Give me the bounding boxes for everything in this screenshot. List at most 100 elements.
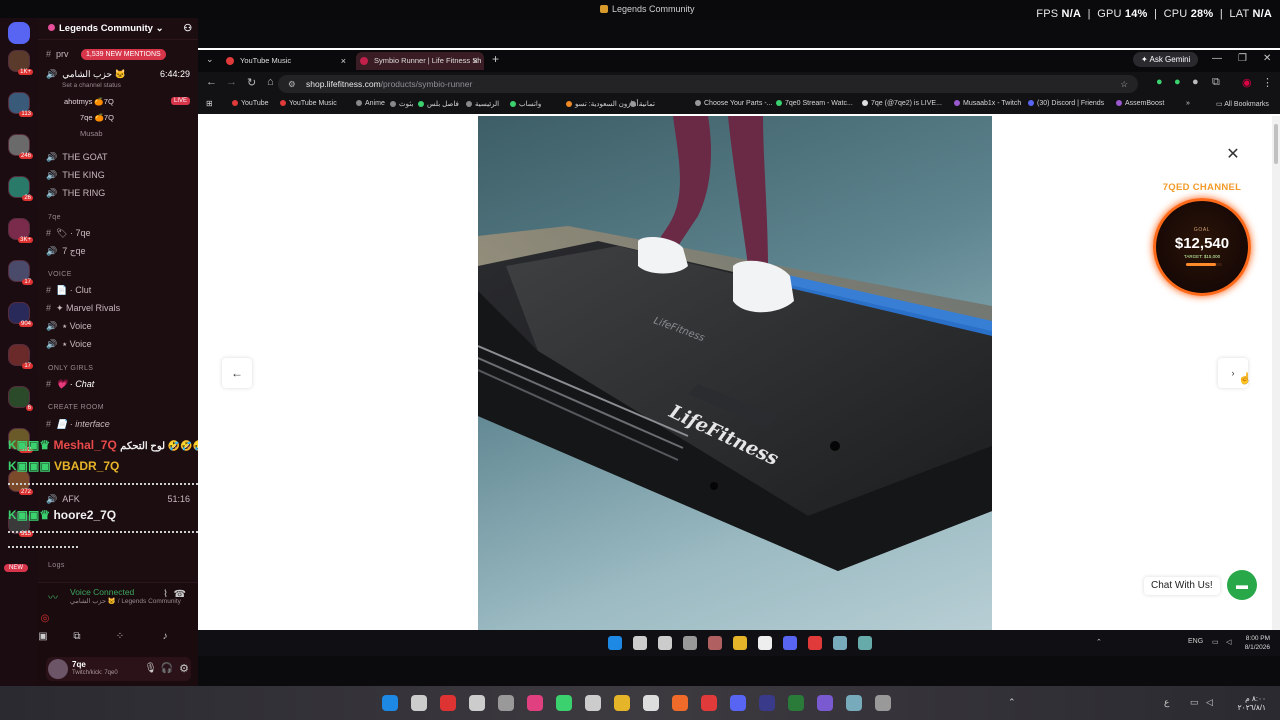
channel-the-king[interactable]: 🔊 THE KING [46, 167, 190, 183]
activity-icon[interactable]: ⁘ [113, 631, 127, 643]
tab-youtube-music[interactable]: YouTube Music × [222, 52, 352, 70]
app-icon[interactable] [527, 695, 543, 711]
server-icon[interactable]: 904 [8, 302, 33, 327]
apps-icon[interactable]: ⊞ [206, 99, 213, 108]
steam-icon[interactable] [846, 695, 862, 711]
app-icon[interactable] [708, 636, 722, 650]
channel-interface[interactable]: # 📄 · interface [46, 416, 190, 432]
discord-icon[interactable] [783, 636, 797, 650]
ask-gemini-button[interactable]: ✦ Ask Gemini [1133, 52, 1199, 67]
voice-user-2[interactable]: 7qe 🍊7Q [80, 110, 190, 126]
chrome-icon[interactable] [701, 695, 717, 711]
language-indicator[interactable]: ع [1164, 697, 1169, 708]
app-icon[interactable] [440, 695, 456, 711]
channel-7qe-a[interactable]: # 🏷 · 7qe [46, 225, 190, 241]
extension-icon[interactable]: ● [1174, 76, 1181, 88]
app-icon[interactable] [469, 695, 485, 711]
channel-clut[interactable]: # 📄 · Clut [46, 282, 190, 298]
start-icon[interactable] [608, 636, 622, 650]
maximize-icon[interactable]: ❐ [1238, 53, 1247, 64]
bookmark-item[interactable]: بثوث [390, 100, 413, 108]
volume-icon[interactable]: ◁ [1206, 697, 1213, 708]
discord-icon[interactable] [730, 695, 746, 711]
close-window-icon[interactable]: ✕ [1263, 53, 1271, 64]
channel-the-ring[interactable]: 🔊 THE RING [46, 185, 190, 201]
server-icon[interactable]: 246 [8, 134, 33, 159]
app-icon[interactable] [643, 695, 659, 711]
task-view-icon[interactable] [658, 636, 672, 650]
app-icon[interactable] [585, 695, 601, 711]
server-header[interactable]: Legends Community ⌄ ⚇ [38, 18, 198, 40]
close-tab-icon[interactable]: × [473, 52, 478, 70]
start-icon[interactable] [382, 695, 398, 711]
network-icon[interactable]: ▭ [1190, 697, 1199, 708]
voice-user-3[interactable]: Musab [80, 126, 190, 142]
star-icon[interactable]: ☆ [1120, 75, 1128, 93]
discord-home-icon[interactable] [8, 22, 30, 44]
soundboard-icon[interactable]: ♪ [158, 631, 172, 643]
mentions-badge[interactable]: 1,539 NEW MENTIONS [81, 49, 166, 60]
reload-icon[interactable]: ↻ [247, 76, 256, 89]
channel-7qe-b[interactable]: 🔊 ج 7qe [46, 243, 190, 259]
close-tab-icon[interactable]: × [341, 52, 346, 70]
bookmark-item[interactable]: Anime [356, 100, 385, 107]
back-icon[interactable]: ← [206, 76, 217, 88]
bookmark-item[interactable]: AssemBoost [1116, 100, 1164, 107]
search-icon[interactable] [411, 695, 427, 711]
address-bar[interactable]: ⚙ shop.lifefitness.com/products/symbio-r… [278, 75, 1138, 93]
tray-chevron-icon[interactable]: ⌃ [1008, 697, 1016, 708]
add-member-icon[interactable]: ⚇ [183, 23, 192, 34]
folder-icon[interactable] [614, 695, 630, 711]
channel-chat[interactable]: # 💗 · Chat [46, 376, 190, 392]
server-icon[interactable]: 113 [8, 92, 33, 117]
category-create-room[interactable]: CREATE ROOM [48, 404, 104, 411]
voice-connected-label[interactable]: Voice Connected [70, 587, 134, 597]
folder-icon[interactable] [733, 636, 747, 650]
bookmark-item[interactable]: Choose Your Parts -... [695, 100, 772, 107]
settings-icon[interactable] [683, 636, 697, 650]
category-voice[interactable]: VOICE [48, 271, 72, 278]
disconnect-icon[interactable]: ☎ [174, 589, 186, 600]
channel-voice-2[interactable]: 🔊 ⭑ Voice [46, 336, 190, 352]
bookmark-item[interactable]: تمانية [630, 100, 655, 108]
bookmark-item[interactable]: YouTube Music [280, 100, 337, 107]
bookmark-item[interactable]: الرئيسية [466, 100, 499, 108]
new-tab-icon[interactable]: + [492, 52, 499, 66]
channel-status[interactable]: Set a channel status [62, 78, 190, 94]
bookmark-item[interactable]: YouTube [232, 100, 269, 107]
home-icon[interactable]: ⌂ [267, 76, 274, 88]
avatar[interactable] [48, 659, 68, 679]
server-icon[interactable]: 26 [8, 176, 33, 201]
tray-chevron-icon[interactable]: ⌃ [1096, 638, 1102, 646]
search-icon[interactable] [633, 636, 647, 650]
bookmark-item[interactable]: فاصل بلس [418, 100, 459, 108]
category-logs[interactable]: Logs [48, 562, 65, 569]
server-icon[interactable]: 1K+ [8, 50, 33, 75]
channel-marvel[interactable]: # ✦ Marvel Rivals [46, 300, 190, 316]
store-icon[interactable] [758, 636, 772, 650]
extension-icon[interactable]: ● [1192, 76, 1199, 88]
category-only-girls[interactable]: ONLY GIRLS [48, 365, 93, 372]
scrollbar[interactable] [1272, 116, 1280, 630]
network-icon[interactable]: ▭ [1212, 638, 1219, 646]
app-icon[interactable] [788, 695, 804, 711]
video-icon[interactable]: ▣ [36, 631, 50, 643]
language-indicator[interactable]: ENG [1188, 638, 1203, 645]
product-image[interactable]: LifeFitness LifeFitness [478, 116, 992, 630]
noise-suppression-icon[interactable]: ⌇ [163, 589, 168, 600]
forward-icon[interactable]: → [226, 76, 237, 88]
server-icon[interactable]: 6 [8, 386, 33, 411]
volume-icon[interactable]: ◁ [1226, 638, 1231, 646]
minimize-icon[interactable]: — [1212, 53, 1222, 64]
mic-icon[interactable]: 🎙 [144, 663, 157, 674]
profile-icon[interactable]: ◉ [1242, 76, 1252, 89]
server-icon[interactable]: 3K+ [8, 218, 33, 243]
settings-icon[interactable] [498, 695, 514, 711]
screen-share-icon[interactable]: ⧉ [70, 631, 84, 643]
brave-icon[interactable] [672, 695, 688, 711]
app-icon[interactable] [556, 695, 572, 711]
bookmark-item[interactable]: Musaab1x - Twitch [954, 100, 1021, 107]
category-7qe[interactable]: 7qe [48, 214, 61, 221]
channel-afk[interactable]: 🔊 AFK 51:16 [46, 491, 190, 507]
outer-clock[interactable]: ٨:٠٠ م ٢٠٢٦/٨/١ [1238, 694, 1266, 712]
